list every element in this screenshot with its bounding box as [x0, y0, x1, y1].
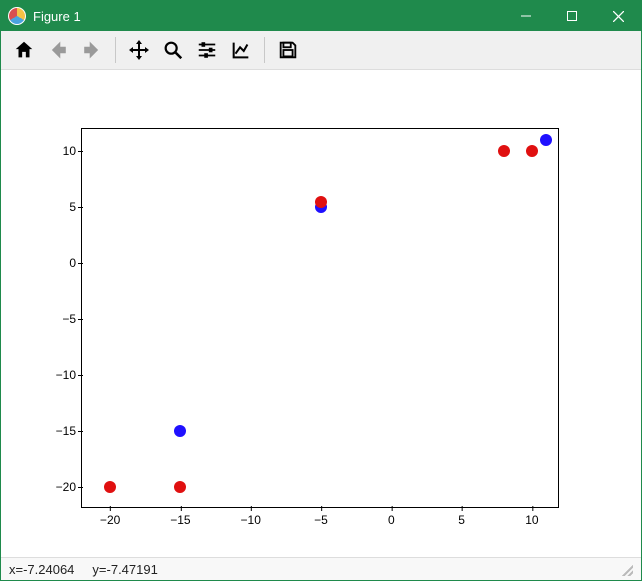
app-icon: [8, 7, 26, 25]
axes-icon: [230, 39, 252, 61]
save-button[interactable]: [271, 33, 305, 67]
data-point: [174, 425, 186, 437]
statusbar: x=-7.24064 y=-7.47191: [1, 557, 641, 580]
back-icon: [47, 39, 69, 61]
x-tick: 5: [458, 507, 465, 527]
forward-button[interactable]: [75, 33, 109, 67]
y-tick: −15: [56, 424, 82, 438]
sliders-icon: [196, 39, 218, 61]
data-point: [540, 134, 552, 146]
back-button[interactable]: [41, 33, 75, 67]
close-button[interactable]: [595, 1, 641, 31]
save-icon: [277, 39, 299, 61]
cursor-y: y=-7.47191: [92, 562, 157, 577]
y-tick: −20: [56, 480, 82, 494]
edit-axes-button[interactable]: [224, 33, 258, 67]
plot-canvas[interactable]: −20 −15 −10 −5 0 5 10 −20 −15 −10 −5 0 5 10: [1, 70, 641, 557]
maximize-button[interactable]: [549, 1, 595, 31]
data-point: [498, 145, 510, 157]
x-tick: −20: [100, 507, 120, 527]
y-tick: −10: [56, 368, 82, 382]
x-tick: −10: [241, 507, 261, 527]
pan-button[interactable]: [122, 33, 156, 67]
y-tick: 5: [69, 200, 82, 214]
minimize-button[interactable]: [503, 1, 549, 31]
figure-window: Figure 1: [0, 0, 642, 581]
zoom-button[interactable]: [156, 33, 190, 67]
x-tick: 0: [388, 507, 395, 527]
toolbar-separator: [264, 37, 265, 63]
move-icon: [127, 38, 151, 62]
toolbar-separator: [115, 37, 116, 63]
x-tick: 10: [525, 507, 538, 527]
y-tick: −5: [62, 312, 82, 326]
data-point: [104, 481, 116, 493]
home-icon: [13, 39, 35, 61]
configure-button[interactable]: [190, 33, 224, 67]
forward-icon: [81, 39, 103, 61]
data-point: [526, 145, 538, 157]
home-button[interactable]: [7, 33, 41, 67]
plot-axes: −20−15−10−50510−20−15−10−50510: [81, 128, 559, 508]
data-point: [315, 196, 327, 208]
data-point: [174, 481, 186, 493]
x-tick: −5: [314, 507, 328, 527]
titlebar: Figure 1: [1, 1, 641, 31]
resize-grip[interactable]: [619, 562, 633, 576]
y-tick: 0: [69, 256, 82, 270]
x-tick: −15: [170, 507, 190, 527]
cursor-x: x=-7.24064: [9, 562, 74, 577]
y-tick: 10: [63, 144, 82, 158]
toolbar: [1, 31, 641, 70]
window-title: Figure 1: [33, 9, 81, 24]
zoom-icon: [162, 39, 184, 61]
